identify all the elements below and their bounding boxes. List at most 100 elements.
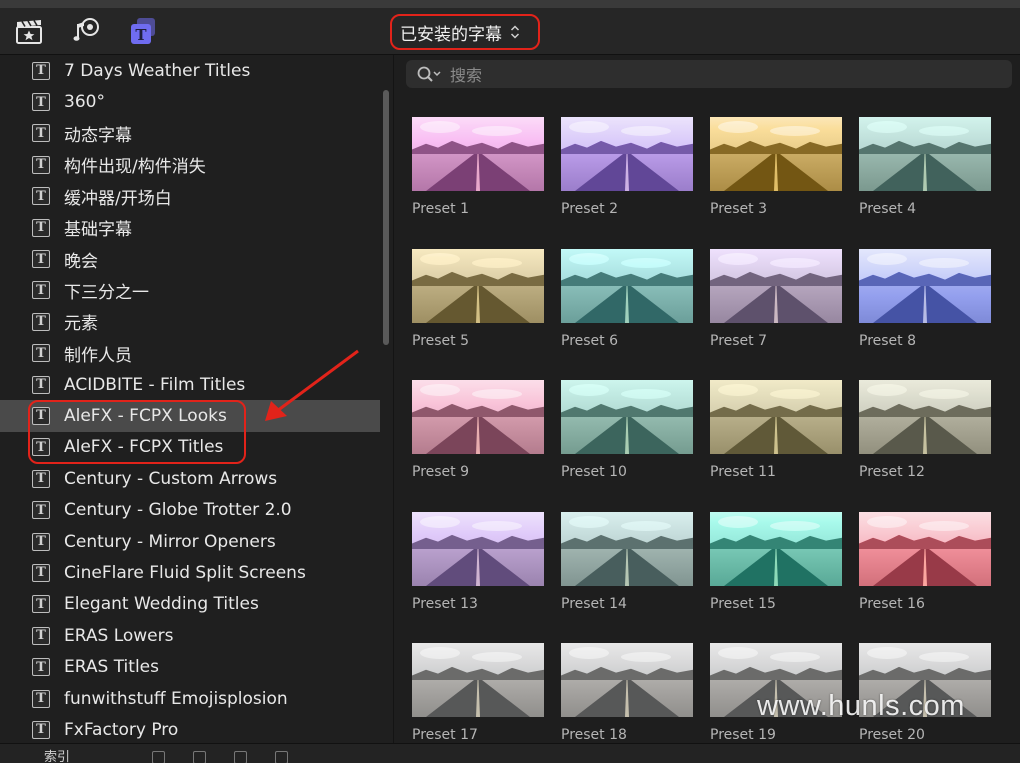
preset-label: Preset 3 bbox=[710, 201, 842, 217]
preset-tile[interactable]: Preset 14 bbox=[561, 512, 693, 612]
sidebar-item[interactable]: T 构件出现/构件消失 bbox=[0, 149, 380, 180]
preset-tile[interactable]: Preset 12 bbox=[859, 380, 991, 480]
sidebar-item[interactable]: T 7 Days Weather Titles bbox=[0, 55, 380, 86]
title-template-icon: T bbox=[32, 93, 50, 111]
preset-thumbnail[interactable] bbox=[710, 249, 842, 323]
sidebar-item[interactable]: T 缓冲器/开场白 bbox=[0, 181, 380, 212]
title-template-icon: T bbox=[32, 658, 50, 676]
watermark: www.hunls.com bbox=[757, 690, 965, 723]
sidebar-item[interactable]: T CineFlare Fluid Split Screens bbox=[0, 557, 380, 588]
sidebar-item-label: 基础字幕 bbox=[64, 215, 132, 240]
view-toggle-3[interactable] bbox=[234, 751, 247, 763]
preset-tile[interactable]: Preset 10 bbox=[561, 380, 693, 480]
sidebar-item-label: Elegant Wedding Titles bbox=[64, 594, 259, 614]
installed-titles-dropdown[interactable]: 已安装的字幕 bbox=[390, 14, 540, 50]
dropdown-label: 已安装的字幕 bbox=[400, 20, 502, 45]
sidebar-item-label: FxFactory Pro bbox=[64, 720, 178, 740]
sidebar-item[interactable]: Tfunwithstuff Emojisplosion bbox=[0, 683, 380, 714]
preset-tile[interactable]: Preset 13 bbox=[412, 512, 544, 612]
preset-tile[interactable]: Preset 1 bbox=[412, 117, 544, 217]
sidebar-item[interactable]: T Century - Mirror Openers bbox=[0, 526, 380, 557]
svg-text:T: T bbox=[135, 26, 147, 44]
preset-tile[interactable]: Preset 5 bbox=[412, 249, 544, 349]
sidebar-item[interactable]: T 动态字幕 bbox=[0, 118, 380, 149]
title-template-icon: T bbox=[32, 62, 50, 80]
preset-tile[interactable]: Preset 15 bbox=[710, 512, 842, 612]
preset-label: Preset 16 bbox=[859, 596, 991, 612]
clapperboard-star-icon[interactable] bbox=[14, 16, 44, 46]
music-camera-icon[interactable] bbox=[72, 16, 102, 46]
sidebar-item[interactable]: T 下三分之一 bbox=[0, 275, 380, 306]
view-toggle-1[interactable] bbox=[152, 751, 165, 763]
sidebar-item-label: 构件出现/构件消失 bbox=[64, 152, 206, 177]
preset-tile[interactable]: Preset 18 bbox=[561, 643, 693, 743]
sidebar-item[interactable]: T 360° bbox=[0, 86, 380, 117]
sidebar-item[interactable]: T 元素 bbox=[0, 306, 380, 337]
preset-thumbnail[interactable] bbox=[561, 249, 693, 323]
preset-grid: Preset 1 Preset 2 Preset 3 Preset 4 Preset 5… bbox=[412, 117, 1012, 743]
title-template-icon: T bbox=[32, 595, 50, 613]
sidebar-scrollbar-thumb[interactable] bbox=[383, 90, 389, 345]
bottom-bar: 索引 bbox=[0, 743, 1020, 763]
title-template-icon: T bbox=[32, 156, 50, 174]
sidebar-item[interactable]: T FxFactory Pro bbox=[0, 714, 380, 743]
preset-tile[interactable]: Preset 16 bbox=[859, 512, 991, 612]
sidebar-item[interactable]: T ERAS Lowers bbox=[0, 620, 380, 651]
sidebar-item-label: 动态字幕 bbox=[64, 121, 132, 146]
sidebar-item-label: 360° bbox=[64, 92, 105, 112]
index-button[interactable]: 索引 bbox=[44, 746, 70, 763]
preset-thumbnail[interactable] bbox=[412, 643, 544, 717]
preset-thumbnail[interactable] bbox=[412, 380, 544, 454]
preset-tile[interactable]: Preset 9 bbox=[412, 380, 544, 480]
preset-tile[interactable]: Preset 11 bbox=[710, 380, 842, 480]
preset-label: Preset 11 bbox=[710, 464, 842, 480]
preset-thumbnail[interactable] bbox=[710, 512, 842, 586]
preset-label: Preset 18 bbox=[561, 727, 693, 743]
preset-tile[interactable]: Preset 17 bbox=[412, 643, 544, 743]
sidebar-item[interactable]: T ERAS Titles bbox=[0, 651, 380, 682]
sidebar-item-label: Century - Globe Trotter 2.0 bbox=[64, 500, 292, 520]
sidebar-item[interactable]: T Century - Custom Arrows bbox=[0, 463, 380, 494]
preset-thumbnail[interactable] bbox=[561, 380, 693, 454]
preset-thumbnail[interactable] bbox=[859, 117, 991, 191]
preset-label: Preset 6 bbox=[561, 333, 693, 349]
preset-thumbnail[interactable] bbox=[561, 512, 693, 586]
preset-label: Preset 10 bbox=[561, 464, 693, 480]
preset-tile[interactable]: Preset 6 bbox=[561, 249, 693, 349]
preset-thumbnail[interactable] bbox=[859, 249, 991, 323]
title-template-icon: T bbox=[32, 187, 50, 205]
sidebar-item[interactable]: T Century - Globe Trotter 2.0 bbox=[0, 494, 380, 525]
preset-label: Preset 4 bbox=[859, 201, 991, 217]
view-toggle-2[interactable] bbox=[193, 751, 206, 763]
sidebar-item[interactable]: T 晚会 bbox=[0, 243, 380, 274]
sidebar-item-label: 下三分之一 bbox=[64, 278, 149, 303]
sidebar-item[interactable]: T 基础字幕 bbox=[0, 212, 380, 243]
preset-thumbnail[interactable] bbox=[859, 512, 991, 586]
sidebar-item-label: ERAS Lowers bbox=[64, 626, 173, 646]
search-icon[interactable] bbox=[416, 65, 442, 83]
preset-label: Preset 12 bbox=[859, 464, 991, 480]
preset-label: Preset 9 bbox=[412, 464, 544, 480]
view-toggle-4[interactable] bbox=[275, 751, 288, 763]
preset-label: Preset 14 bbox=[561, 596, 693, 612]
preset-tile[interactable]: Preset 2 bbox=[561, 117, 693, 217]
sidebar-item-label: 晚会 bbox=[64, 247, 98, 272]
preset-thumbnail[interactable] bbox=[710, 380, 842, 454]
preset-thumbnail[interactable] bbox=[561, 643, 693, 717]
preset-thumbnail[interactable] bbox=[859, 380, 991, 454]
sidebar-item-label: 缓冲器/开场白 bbox=[64, 184, 172, 209]
preset-thumbnail[interactable] bbox=[561, 117, 693, 191]
preset-tile[interactable]: Preset 3 bbox=[710, 117, 842, 217]
title-template-icon: T bbox=[32, 344, 50, 362]
preset-tile[interactable]: Preset 4 bbox=[859, 117, 991, 217]
preset-label: Preset 17 bbox=[412, 727, 544, 743]
search-field[interactable]: 搜索 bbox=[406, 60, 1012, 88]
titles-icon[interactable]: T bbox=[128, 16, 158, 46]
preset-thumbnail[interactable] bbox=[412, 249, 544, 323]
sidebar-item[interactable]: T Elegant Wedding Titles bbox=[0, 589, 380, 620]
preset-tile[interactable]: Preset 7 bbox=[710, 249, 842, 349]
preset-thumbnail[interactable] bbox=[412, 512, 544, 586]
preset-thumbnail[interactable] bbox=[412, 117, 544, 191]
preset-tile[interactable]: Preset 8 bbox=[859, 249, 991, 349]
preset-thumbnail[interactable] bbox=[710, 117, 842, 191]
